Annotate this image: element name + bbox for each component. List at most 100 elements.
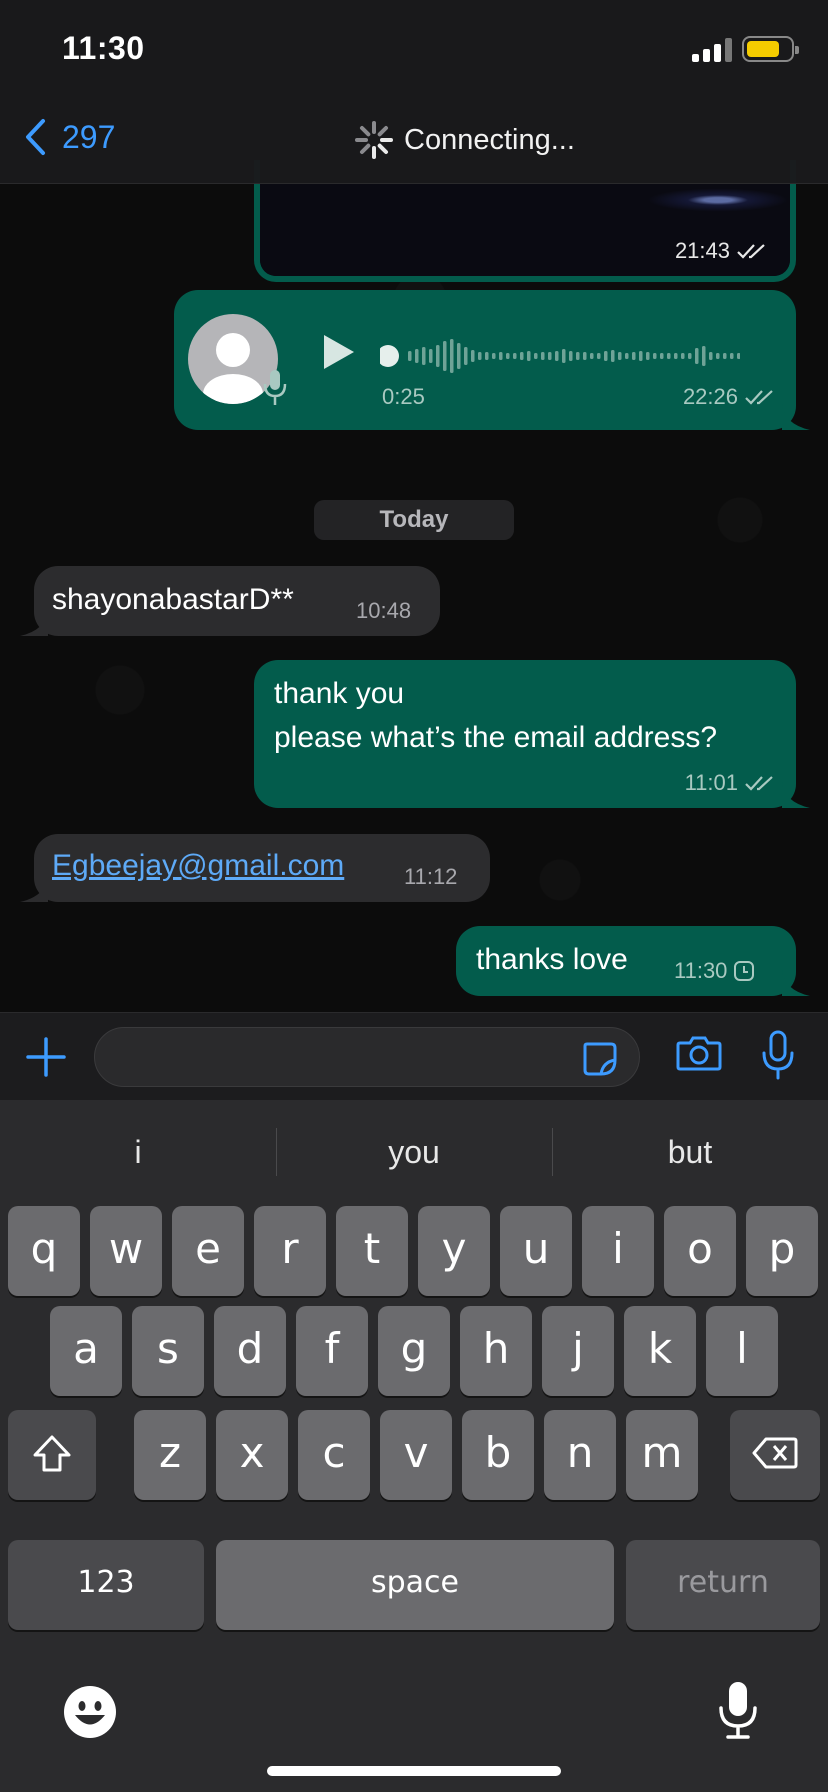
key-l[interactable]: l <box>706 1306 778 1396</box>
date-separator: Today <box>314 500 514 540</box>
message-text: thanks love <box>476 943 628 976</box>
key-k[interactable]: k <box>624 1306 696 1396</box>
key-i[interactable]: i <box>582 1206 654 1296</box>
waveform[interactable] <box>380 336 740 376</box>
waveform-bar <box>534 353 538 359</box>
waveform-bar <box>541 352 545 360</box>
bubble-tail <box>782 970 810 996</box>
message-time: 11:12 <box>404 864 458 889</box>
incoming-message[interactable]: Egbeejay@gmail.com 11:12 <box>20 834 490 902</box>
waveform-bar <box>506 353 510 359</box>
key-s[interactable]: s <box>132 1306 204 1396</box>
email-link[interactable]: Egbeejay@gmail.com <box>52 844 344 888</box>
waveform-bar <box>562 349 566 363</box>
bubble-tail <box>782 782 810 808</box>
key-c[interactable]: c <box>298 1410 370 1500</box>
mic-icon <box>263 370 287 405</box>
back-button[interactable]: 297 <box>24 118 115 156</box>
key-n[interactable]: n <box>544 1410 616 1500</box>
waveform-bar <box>464 347 468 365</box>
waveform-bar <box>639 351 643 361</box>
spinner-segment <box>359 125 371 137</box>
waveform-bar <box>646 352 650 360</box>
play-icon[interactable] <box>320 332 356 372</box>
waveform-bar <box>408 351 412 361</box>
bubble-tail <box>782 404 810 430</box>
waveform-bar <box>555 351 559 361</box>
waveform-bar <box>611 350 615 362</box>
waveform-scrubber[interactable] <box>380 345 399 367</box>
sticker-icon[interactable] <box>581 1040 619 1078</box>
waveform-bar <box>681 353 685 359</box>
key-y[interactable]: y <box>418 1206 490 1296</box>
key-o[interactable]: o <box>664 1206 736 1296</box>
key-t[interactable]: t <box>336 1206 408 1296</box>
message-time: 10:48 <box>356 598 412 623</box>
waveform-bar <box>450 339 454 373</box>
incoming-message[interactable]: shayonabastarD** 10:48 <box>20 566 440 636</box>
spinner-segment <box>359 143 371 155</box>
key-a[interactable]: a <box>50 1306 122 1396</box>
suggestion-item[interactable]: you <box>276 1122 552 1182</box>
spinner-segment <box>377 143 389 155</box>
key-d[interactable]: d <box>214 1306 286 1396</box>
key-z[interactable]: z <box>134 1410 206 1500</box>
bubble-tail <box>20 610 48 636</box>
waveform-bar <box>716 353 720 359</box>
key-f[interactable]: f <box>296 1306 368 1396</box>
connection-text: Connecting... <box>404 123 575 156</box>
plus-icon[interactable] <box>24 1035 68 1079</box>
key-j[interactable]: j <box>542 1306 614 1396</box>
suggestion-item[interactable]: but <box>552 1122 828 1182</box>
waveform-bar <box>492 353 496 359</box>
numbers-key[interactable]: 123 <box>8 1540 204 1630</box>
emoji-icon[interactable] <box>62 1684 118 1740</box>
voice-time: 22:26 <box>682 384 738 409</box>
key-q[interactable]: q <box>8 1206 80 1296</box>
double-check-icon <box>745 390 773 405</box>
waveform-bar <box>632 352 636 360</box>
spinner-icon <box>355 121 393 159</box>
waveform-bar <box>597 353 601 359</box>
outgoing-message[interactable]: thank you please what’s the email addres… <box>254 660 810 808</box>
chat-header: 11:30 297 Connecting... <box>0 0 828 184</box>
outgoing-message[interactable]: thanks love 11:30 <box>456 926 810 996</box>
suggestion-bar: i you but <box>0 1122 828 1182</box>
waveform-bar <box>415 349 419 363</box>
key-g[interactable]: g <box>378 1306 450 1396</box>
voice-duration: 0:25 <box>382 384 425 409</box>
return-key[interactable]: return <box>626 1540 820 1630</box>
key-u[interactable]: u <box>500 1206 572 1296</box>
key-w[interactable]: w <box>90 1206 162 1296</box>
key-r[interactable]: r <box>254 1206 326 1296</box>
suggestion-item[interactable]: i <box>0 1122 276 1182</box>
waveform-bar <box>618 352 622 360</box>
dictation-icon[interactable] <box>716 1680 760 1740</box>
waveform-bar <box>520 352 524 360</box>
voice-message[interactable]: 0:25 22:26 <box>174 290 810 430</box>
message-input[interactable] <box>94 1027 640 1087</box>
key-h[interactable]: h <box>460 1306 532 1396</box>
mic-icon[interactable] <box>760 1029 796 1081</box>
waveform-bar <box>667 353 671 359</box>
key-e[interactable]: e <box>172 1206 244 1296</box>
key-p[interactable]: p <box>746 1206 818 1296</box>
key-x[interactable]: x <box>216 1410 288 1500</box>
battery-icon <box>742 36 799 62</box>
shift-icon <box>33 1435 71 1472</box>
key-b[interactable]: b <box>462 1410 534 1500</box>
camera-icon[interactable] <box>676 1033 722 1073</box>
spinner-segment <box>377 125 389 137</box>
waveform-bar <box>653 353 657 359</box>
waveform-bar <box>478 352 482 360</box>
key-v[interactable]: v <box>380 1410 452 1500</box>
space-key[interactable]: space <box>216 1540 614 1630</box>
double-check-icon <box>745 776 773 791</box>
delete-key[interactable] <box>730 1410 820 1500</box>
message-text: shayonabastarD** <box>52 583 294 616</box>
message-time: 11:01 <box>684 770 738 795</box>
waveform-bar <box>499 352 503 360</box>
key-m[interactable]: m <box>626 1410 698 1500</box>
message-text: thank you please what’s the email addres… <box>274 677 718 754</box>
shift-key[interactable] <box>8 1410 96 1500</box>
